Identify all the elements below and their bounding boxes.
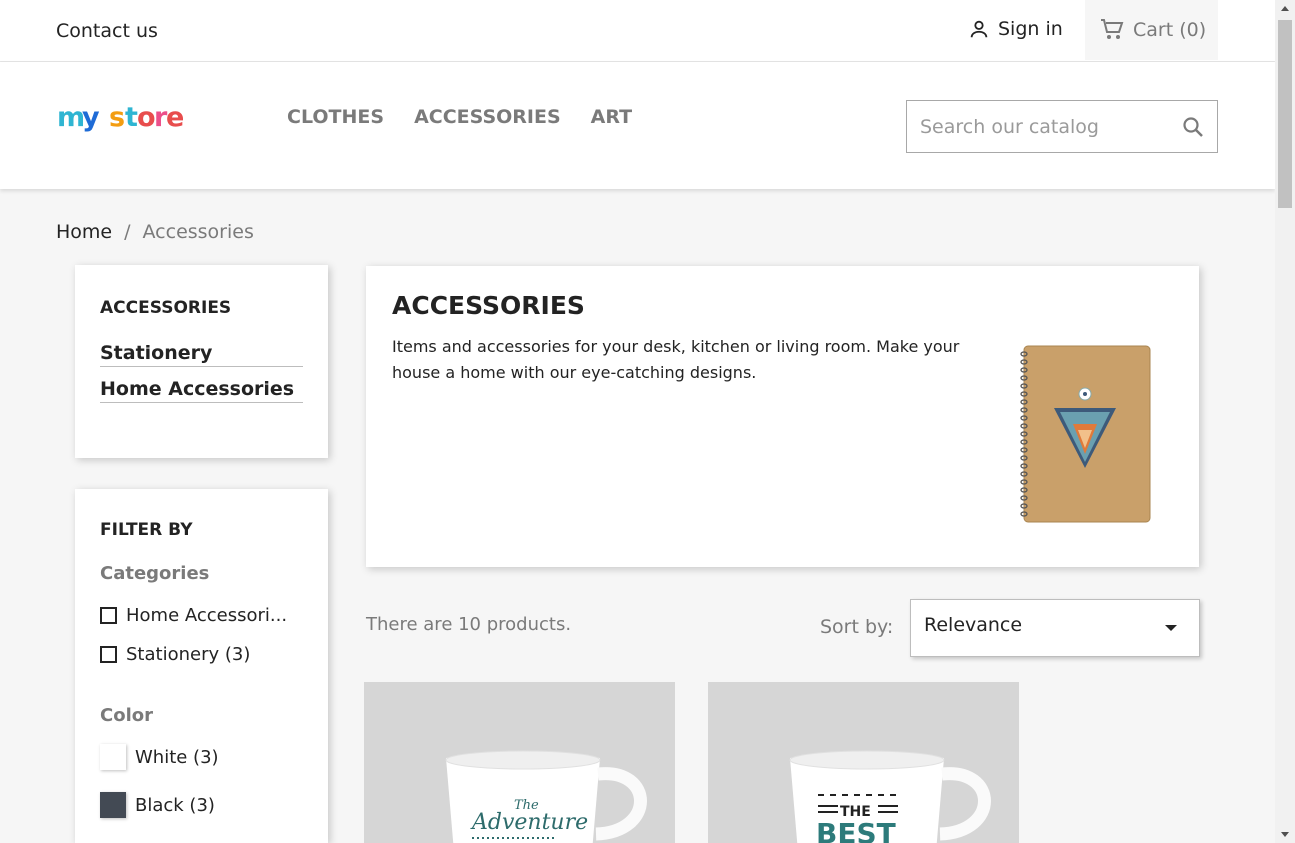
filter-category-stationery[interactable]: Stationery (3): [100, 644, 250, 665]
store-logo[interactable]: m y s t o r e: [57, 98, 184, 145]
main-nav: CLOTHES ACCESSORIES ART: [287, 106, 632, 128]
sort-dropdown[interactable]: Relevance: [910, 599, 1200, 657]
category-link-stationery[interactable]: Stationery: [100, 342, 303, 367]
filter-option-label: Black (3): [135, 794, 215, 816]
top-bar: Contact us Sign in Cart (0): [0, 0, 1275, 62]
filter-title: FILTER BY: [100, 520, 193, 540]
scrollbar-thumb[interactable]: [1278, 20, 1292, 208]
cart-label: Cart (0): [1133, 19, 1207, 41]
mug-text-line2: BEST: [816, 817, 896, 843]
nav-item-clothes[interactable]: CLOTHES: [287, 106, 384, 128]
checkbox[interactable]: [100, 607, 117, 624]
cart-button[interactable]: Cart (0): [1085, 0, 1218, 60]
filter-category-home-accessories[interactable]: Home Accessori...: [100, 605, 287, 626]
filter-option-label: Home Accessori...: [126, 605, 288, 626]
store-logo-image: m y s t o r e: [57, 102, 184, 133]
svg-text:e: e: [166, 102, 183, 133]
contact-us-link[interactable]: Contact us: [56, 20, 158, 42]
breadcrumb: Home / Accessories: [56, 221, 254, 243]
svg-text:o: o: [137, 102, 155, 133]
search-icon[interactable]: [1181, 115, 1205, 139]
scroll-down-arrow-icon[interactable]: [1281, 832, 1289, 837]
sign-in-label: Sign in: [998, 18, 1063, 40]
scroll-up-arrow-icon[interactable]: [1281, 6, 1289, 11]
category-description: Items and accessories for your desk, kit…: [392, 337, 960, 382]
category-tree-block: ACCESSORIES Stationery Home Accessories: [75, 265, 328, 458]
svg-text:s: s: [109, 102, 125, 133]
checkbox[interactable]: [100, 646, 117, 663]
sort-by-label: Sort by:: [820, 616, 894, 638]
caret-down-icon: [1165, 625, 1177, 631]
svg-text:y: y: [82, 102, 100, 133]
search-box: [906, 100, 1218, 153]
filter-color-white[interactable]: White (3): [100, 744, 219, 770]
faceted-filter-block: FILTER BY Categories Home Accessori... S…: [75, 489, 328, 843]
sign-in-link[interactable]: Sign in: [968, 18, 1063, 40]
category-tree-title[interactable]: ACCESSORIES: [100, 298, 231, 318]
product-card-best-mug[interactable]: THE BEST: [708, 682, 1019, 843]
category-description-block: ACCESSORIES Items and accessories for yo…: [366, 266, 1199, 567]
product-image-mug: THE BEST: [789, 750, 991, 843]
mug-text-line2: Adventure: [470, 810, 588, 835]
filter-categories-heading: Categories: [100, 563, 210, 584]
svg-text:m: m: [57, 102, 85, 133]
nav-item-accessories[interactable]: ACCESSORIES: [414, 106, 561, 128]
product-card-adventure-mug[interactable]: The Adventure: [364, 682, 675, 843]
category-link-home-accessories[interactable]: Home Accessories: [100, 378, 303, 403]
breadcrumb-home[interactable]: Home: [56, 221, 112, 243]
breadcrumb-current: Accessories: [142, 221, 254, 243]
color-swatch-white[interactable]: [100, 744, 126, 770]
main-header: m y s t o r e CLOTHES ACCESSORIES ART: [0, 62, 1275, 189]
shopping-cart-icon: [1101, 19, 1124, 39]
page-scrollbar[interactable]: [1275, 0, 1295, 843]
category-title: ACCESSORIES: [392, 291, 585, 320]
sort-selected-value: Relevance: [924, 614, 1023, 636]
color-swatch-black[interactable]: [100, 792, 126, 818]
filter-option-label: Stationery (3): [126, 644, 251, 665]
filter-color-black[interactable]: Black (3): [100, 792, 215, 818]
nav-item-art[interactable]: ART: [591, 106, 632, 128]
product-count: There are 10 products.: [366, 614, 572, 635]
user-icon: [970, 20, 988, 38]
filter-option-label: White (3): [135, 746, 219, 768]
notebook-image: [1020, 345, 1151, 523]
filter-color-heading: Color: [100, 705, 153, 726]
product-image-mug: The Adventure: [445, 750, 647, 843]
breadcrumb-separator: /: [124, 221, 131, 243]
search-input[interactable]: [907, 101, 1177, 152]
